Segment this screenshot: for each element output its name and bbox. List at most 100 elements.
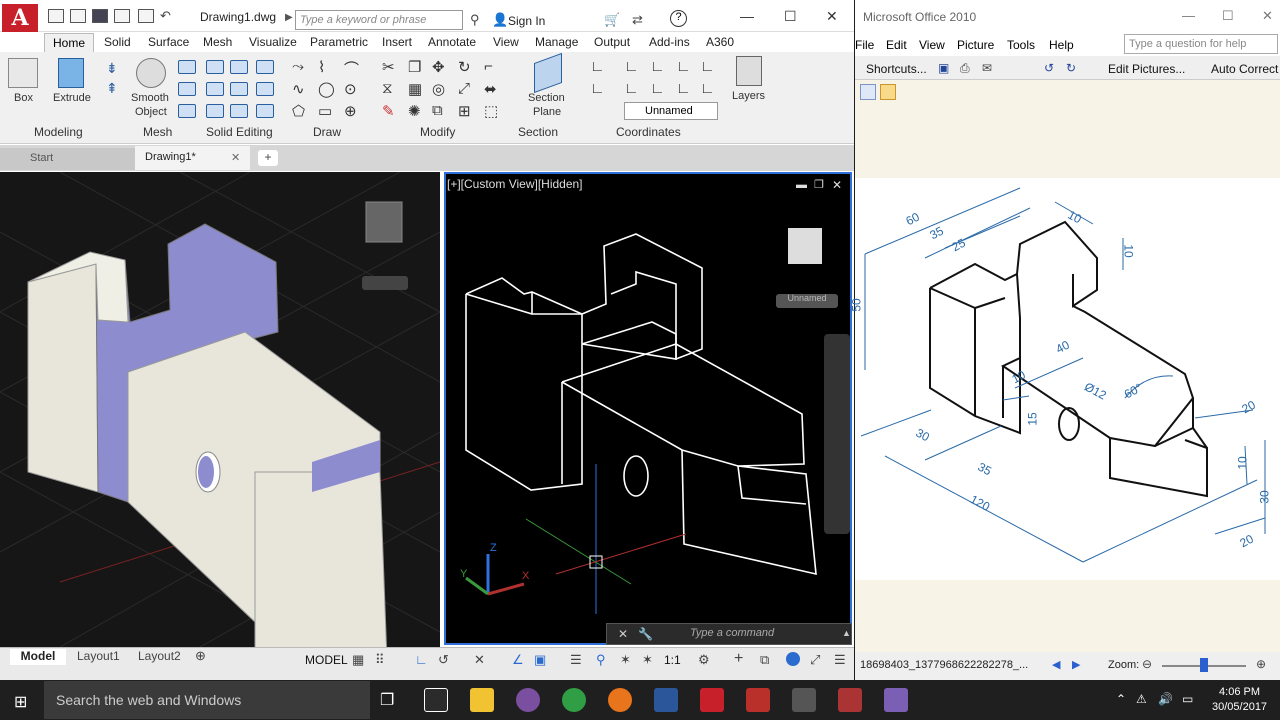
photos-icon[interactable] xyxy=(792,688,816,712)
layout-tab-model[interactable]: Model xyxy=(10,649,66,665)
panel-modeling[interactable]: Modeling xyxy=(34,125,83,139)
menu-picture[interactable]: Picture xyxy=(957,38,994,52)
named-ucs-select[interactable]: Unnamed xyxy=(624,102,718,120)
ucs-x-icon[interactable]: ∟ xyxy=(650,58,665,75)
previous-picture-icon[interactable]: ◀ xyxy=(1052,658,1060,671)
autocad-taskbar-icon[interactable] xyxy=(700,688,724,712)
viewport-close-icon[interactable]: ✕ xyxy=(832,178,842,192)
offset-icon[interactable]: ◎ xyxy=(432,80,445,98)
network-icon[interactable]: ⚠ xyxy=(1136,692,1147,706)
close-button[interactable]: ✕ xyxy=(826,8,838,25)
rotate-left-icon[interactable]: ↺ xyxy=(1044,61,1054,75)
panel-draw[interactable]: Draw xyxy=(313,125,341,139)
selection-cycling-icon[interactable]: ⚲ xyxy=(596,652,606,668)
annotation-scale[interactable]: 1:1 xyxy=(664,653,681,667)
osnap-icon[interactable]: ▣ xyxy=(534,652,546,668)
extrude-button-label[interactable]: Extrude xyxy=(53,92,91,104)
mesh-tool-icon-3[interactable] xyxy=(178,104,196,118)
grid-icon[interactable]: ▦ xyxy=(352,652,364,668)
plane-label[interactable]: Plane xyxy=(533,106,561,118)
panel-solid-editing[interactable]: Solid Editing xyxy=(206,125,273,139)
ucs-view-icon[interactable]: ∟ xyxy=(624,80,639,97)
trim-icon[interactable]: ✂ xyxy=(382,58,395,76)
command-history-icon[interactable]: ▲ xyxy=(842,628,851,638)
interfere-icon[interactable] xyxy=(206,104,224,118)
mirror-icon[interactable]: ⧖ xyxy=(382,80,393,97)
spline-icon[interactable]: ∿ xyxy=(292,80,305,98)
viewport-label[interactable]: [+][Custom View][Hidden] xyxy=(447,177,583,191)
fillet-edge-icon[interactable] xyxy=(206,82,224,96)
binoculars-icon[interactable]: ⚲ xyxy=(470,12,480,28)
show-hidden-icons[interactable]: ⌃ xyxy=(1116,692,1126,706)
rotate-right-icon[interactable]: ↻ xyxy=(1066,61,1076,75)
taskbar-clock[interactable]: 4:06 PM 30/05/2017 xyxy=(1212,685,1267,715)
tab-visualize[interactable]: Visualize xyxy=(249,35,297,49)
rectangle-icon[interactable]: ▭ xyxy=(318,102,332,120)
store-icon[interactable] xyxy=(424,688,448,712)
tab-a360[interactable]: A360 xyxy=(706,35,734,49)
chrome-icon[interactable] xyxy=(562,688,586,712)
layout-tab-layout2[interactable]: Layout2 xyxy=(138,649,181,663)
view-single-icon[interactable] xyxy=(880,84,896,100)
ask-question-input[interactable]: Type a question for help xyxy=(1124,34,1278,54)
shell-icon[interactable] xyxy=(256,82,274,96)
zoom-in-icon[interactable]: ⊕ xyxy=(1256,657,1266,671)
ucs-origin-icon[interactable]: ∟ xyxy=(590,80,605,97)
mesh-tool-icon[interactable] xyxy=(178,60,196,74)
tab-surface[interactable]: Surface xyxy=(148,35,189,49)
task-view-icon[interactable]: ❐ xyxy=(380,690,394,710)
command-customize-icon[interactable]: 🔧 xyxy=(638,627,653,641)
close-tab-icon[interactable]: ✕ xyxy=(231,151,240,164)
press-pull-icon[interactable]: ⇞ xyxy=(106,80,118,97)
fullscreen-icon[interactable]: ⤢ xyxy=(810,652,820,668)
menu-help[interactable]: Help xyxy=(1049,38,1074,52)
panel-section[interactable]: Section xyxy=(518,125,558,139)
box-icon[interactable] xyxy=(8,58,38,88)
copy-icon[interactable]: ❐ xyxy=(408,58,421,76)
snap-icon[interactable]: ⠿ xyxy=(375,652,385,668)
tab-parametric[interactable]: Parametric xyxy=(310,35,368,49)
auto-correct-button[interactable]: Auto Correct xyxy=(1211,62,1278,76)
menu-file[interactable]: File xyxy=(855,38,874,52)
menu-tools[interactable]: Tools xyxy=(1007,38,1035,52)
command-close-icon[interactable]: ✕ xyxy=(618,627,628,641)
lineweight-icon[interactable]: ☰ xyxy=(570,652,582,668)
firefox-icon[interactable] xyxy=(608,688,632,712)
extract-icon[interactable]: ⇟ xyxy=(106,60,118,77)
smooth-label[interactable]: Smooth xyxy=(131,92,169,104)
tab-solid[interactable]: Solid xyxy=(104,35,131,49)
viewcube-named-view[interactable]: Unnamed xyxy=(776,293,838,307)
picasa-icon[interactable] xyxy=(516,688,540,712)
viewport-restore-icon[interactable]: ❐ xyxy=(814,178,824,191)
minimize-button[interactable]: — xyxy=(740,8,754,24)
circle-icon[interactable]: ◯ xyxy=(318,80,335,98)
office-minimize-button[interactable]: — xyxy=(1182,8,1195,23)
isolate-objects-icon[interactable] xyxy=(786,652,800,666)
arc-icon[interactable]: ⌒ xyxy=(344,58,359,79)
object-label[interactable]: Object xyxy=(135,106,167,118)
volume-icon[interactable]: 🔊 xyxy=(1158,692,1173,706)
isodraft-icon[interactable]: ✕ xyxy=(474,652,485,668)
office-close-button[interactable]: ✕ xyxy=(1262,8,1273,24)
ucs-icon[interactable]: ∟ xyxy=(590,58,605,75)
panel-modify[interactable]: Modify xyxy=(420,125,455,139)
search-input[interactable]: Type a keyword or phrase xyxy=(295,10,463,30)
explode-icon[interactable]: ✺ xyxy=(408,102,421,120)
next-picture-icon[interactable]: ▶ xyxy=(1072,658,1080,671)
align-icon[interactable]: ⧉ xyxy=(432,102,443,119)
add-layout-icon[interactable]: ⊕ xyxy=(195,648,206,664)
tab-addins[interactable]: Add-ins xyxy=(649,35,690,49)
panel-mesh[interactable]: Mesh xyxy=(143,125,172,139)
thicken-icon[interactable] xyxy=(230,104,248,118)
viewport-minimize-icon[interactable]: ▬ xyxy=(796,179,807,191)
sign-in-button[interactable]: Sign In xyxy=(508,14,545,28)
section-label[interactable]: Section xyxy=(528,92,565,104)
layers-label[interactable]: Layers xyxy=(732,90,765,102)
viewport-shaded[interactable] xyxy=(0,172,440,647)
notifications-icon[interactable]: ▭ xyxy=(1182,692,1193,706)
intersect-icon[interactable] xyxy=(256,60,274,74)
osnap-tracking-icon[interactable]: ∠ xyxy=(512,652,524,668)
office-maximize-button[interactable]: ☐ xyxy=(1222,8,1234,24)
extrude-icon[interactable] xyxy=(58,58,84,88)
word-icon[interactable] xyxy=(654,688,678,712)
